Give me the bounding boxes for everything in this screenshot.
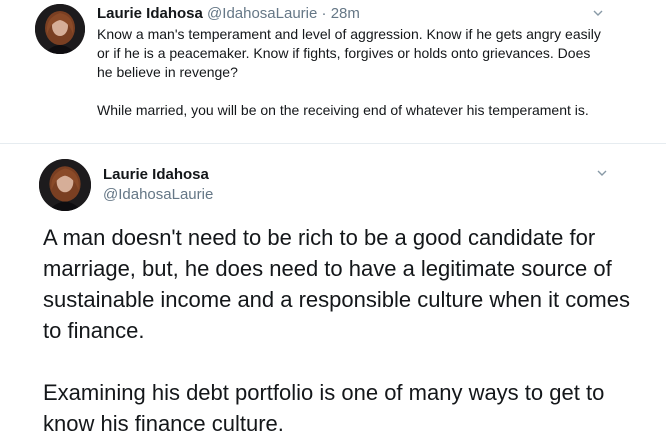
tweet-text: Know a man's temperament and level of ag…	[97, 25, 602, 120]
tweet-paragraph: While married, you will be on the receiv…	[97, 102, 589, 118]
tweet-paragraph: Examining his debt portfolio is one of m…	[43, 380, 605, 436]
author-name[interactable]: Laurie Idahosa	[103, 165, 209, 185]
divider	[0, 143, 666, 144]
chevron-down-icon[interactable]	[592, 7, 604, 19]
avatar[interactable]	[39, 159, 91, 211]
timestamp[interactable]: 28m	[331, 5, 360, 22]
tweet-paragraph: A man doesn't need to be rich to be a go…	[43, 225, 630, 343]
author-handle[interactable]: @IdahosaLaurie	[103, 185, 213, 205]
tweet-text: A man doesn't need to be rich to be a go…	[43, 222, 643, 439]
reply-tweet[interactable]: Laurie Idahosa @IdahosaLaurie · 28m Know…	[0, 0, 666, 143]
tweet-paragraph: Know a man's temperament and level of ag…	[97, 26, 601, 80]
avatar-photo	[35, 4, 85, 54]
author-name[interactable]: Laurie Idahosa	[97, 5, 203, 22]
avatar-photo	[39, 159, 91, 211]
avatar[interactable]	[35, 4, 85, 54]
separator-dot: ·	[321, 5, 327, 22]
chevron-down-icon[interactable]	[596, 167, 608, 179]
author-handle[interactable]: @IdahosaLaurie	[207, 5, 317, 22]
tweet-header: Laurie Idahosa @IdahosaLaurie · 28m	[97, 4, 360, 24]
